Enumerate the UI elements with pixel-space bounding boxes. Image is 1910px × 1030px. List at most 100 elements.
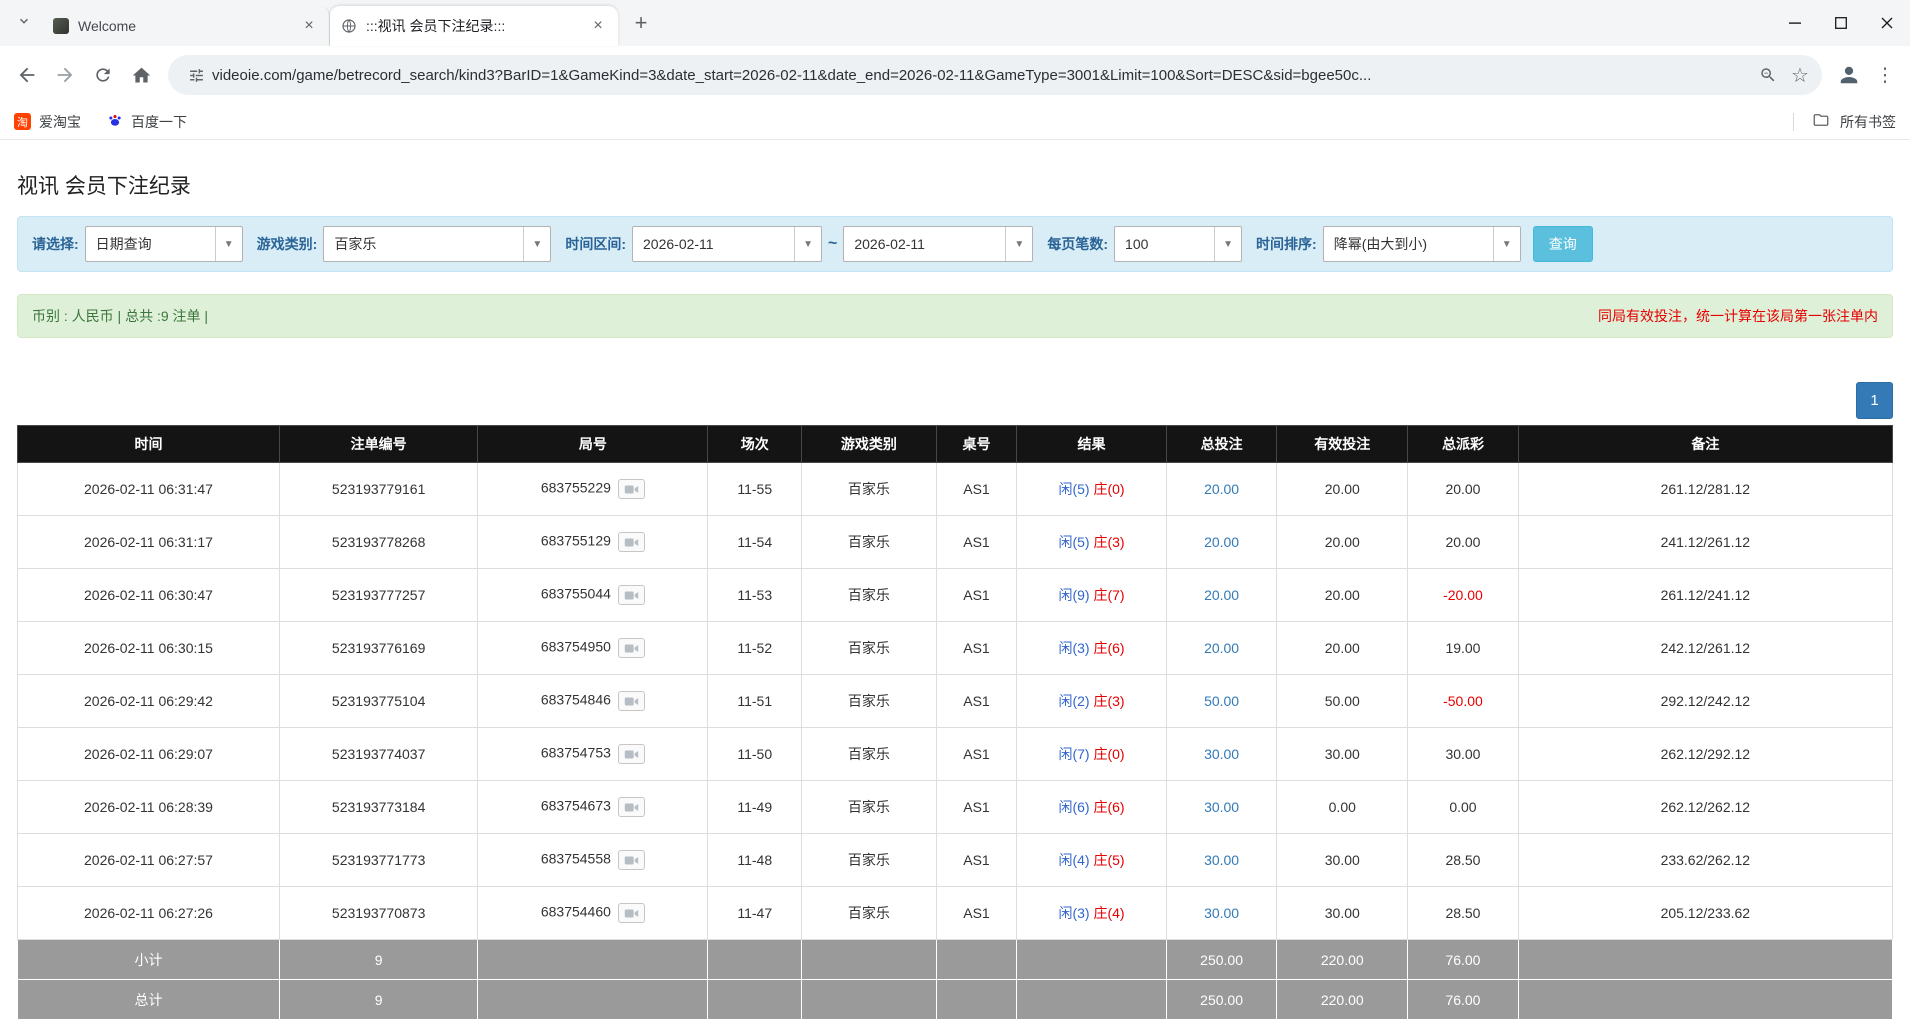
footer-empty-cell: [1017, 980, 1167, 1020]
total-bet-link[interactable]: 30.00: [1204, 905, 1239, 921]
total-bet-cell: 50.00: [1166, 675, 1276, 728]
round-media-button[interactable]: [618, 479, 645, 499]
range-tilde: ~: [828, 235, 837, 253]
chevron-down-icon: ▼: [215, 227, 242, 261]
tab-title: Welcome: [78, 18, 291, 34]
tab-close-icon[interactable]: ×: [588, 16, 608, 36]
game-type-cell: 百家乐: [802, 781, 937, 834]
payout-cell: 19.00: [1408, 622, 1518, 675]
home-button[interactable]: [122, 56, 160, 94]
round-cell: 683754673: [478, 781, 708, 834]
table-row: 2026-02-11 06:29:07523193774037683754753…: [18, 728, 1893, 781]
round-media-button[interactable]: [618, 532, 645, 552]
total-bet-link[interactable]: 20.00: [1204, 534, 1239, 550]
forward-icon: [54, 64, 76, 86]
bookmark-baidu[interactable]: 百度一下: [107, 112, 187, 132]
close-button[interactable]: [1864, 0, 1910, 46]
round-number: 683754846: [541, 692, 611, 708]
all-bookmarks-label: 所有书签: [1840, 112, 1896, 132]
round-media-button[interactable]: [618, 850, 645, 870]
time-cell: 2026-02-11 06:27:57: [18, 834, 280, 887]
bookmark-star-icon[interactable]: ☆: [1784, 59, 1816, 91]
forward-button[interactable]: [46, 56, 84, 94]
total-bet-link[interactable]: 30.00: [1204, 746, 1239, 762]
game-type-cell: 百家乐: [802, 834, 937, 887]
session-cell: 11-50: [708, 728, 802, 781]
total-bet-cell: 20.00: [1166, 516, 1276, 569]
time-cell: 2026-02-11 06:31:17: [18, 516, 280, 569]
game-type-select[interactable]: 百家乐 ▼: [323, 226, 551, 262]
banker-result: 庄(4): [1093, 905, 1124, 921]
round-cell: 683754558: [478, 834, 708, 887]
round-media-button[interactable]: [618, 638, 645, 658]
footer-valid-bet-cell: 220.00: [1277, 940, 1408, 980]
maximize-button[interactable]: [1818, 0, 1864, 46]
date-end-select[interactable]: 2026-02-11 ▼: [843, 226, 1033, 262]
result-cell: 闲(9) 庄(7): [1017, 569, 1167, 622]
footer-empty-cell: [802, 940, 937, 980]
date-start-select[interactable]: 2026-02-11 ▼: [632, 226, 822, 262]
profile-button[interactable]: [1830, 56, 1868, 94]
pagination-button[interactable]: 1: [1856, 382, 1893, 419]
home-icon: [131, 65, 152, 86]
sort-label: 时间排序:: [1256, 234, 1317, 254]
per-page-select[interactable]: 100 ▼: [1114, 226, 1242, 262]
note-cell: 261.12/241.12: [1518, 569, 1892, 622]
pagination: 1: [17, 382, 1893, 419]
round-media-button[interactable]: [618, 585, 645, 605]
banker-result: 庄(6): [1093, 799, 1124, 815]
url-bar[interactable]: videoie.com/game/betrecord_search/kind3?…: [168, 55, 1822, 95]
player-result: 闲(4): [1058, 852, 1089, 868]
round-media-button[interactable]: [618, 691, 645, 711]
result-cell: 闲(2) 庄(3): [1017, 675, 1167, 728]
bet-id-cell: 523193773184: [279, 781, 477, 834]
total-bet-link[interactable]: 20.00: [1204, 481, 1239, 497]
tab-welcome[interactable]: Welcome ×: [42, 6, 330, 46]
tab-close-icon[interactable]: ×: [299, 16, 319, 36]
round-media-button[interactable]: [618, 797, 645, 817]
zoom-icon[interactable]: [1752, 59, 1784, 91]
back-button[interactable]: [8, 56, 46, 94]
bet-id-cell: 523193776169: [279, 622, 477, 675]
total-bet-cell: 30.00: [1166, 728, 1276, 781]
result-cell: 闲(5) 庄(0): [1017, 463, 1167, 516]
minimize-button[interactable]: [1772, 0, 1818, 46]
round-media-button[interactable]: [618, 744, 645, 764]
round-media-button[interactable]: [618, 903, 645, 923]
total-bet-link[interactable]: 20.00: [1204, 640, 1239, 656]
footer-empty-cell: [708, 980, 802, 1020]
payout-cell: 28.50: [1408, 834, 1518, 887]
reload-button[interactable]: [84, 56, 122, 94]
window-controls: [1772, 0, 1910, 46]
search-button[interactable]: 查询: [1533, 226, 1593, 262]
filter-bar: 请选择: 日期查询 ▼ 游戏类别: 百家乐 ▼ 时间区间: 2026-02-11…: [17, 216, 1893, 272]
site-info-icon[interactable]: [180, 59, 212, 91]
sort-select[interactable]: 降幂(由大到小) ▼: [1323, 226, 1521, 262]
new-tab-button[interactable]: +: [626, 8, 656, 38]
total-bet-link[interactable]: 50.00: [1204, 693, 1239, 709]
tab-search-button[interactable]: [8, 7, 40, 39]
session-cell: 11-48: [708, 834, 802, 887]
total-bet-link[interactable]: 20.00: [1204, 587, 1239, 603]
all-bookmarks-button[interactable]: 所有书签: [1793, 111, 1896, 132]
column-header: 游戏类别: [802, 426, 937, 463]
bet-id-cell: 523193777257: [279, 569, 477, 622]
table-footer-row: 总计9250.00220.0076.00: [18, 980, 1893, 1020]
url-text[interactable]: videoie.com/game/betrecord_search/kind3?…: [212, 67, 1752, 84]
video-camera-icon: [624, 643, 639, 654]
tab-betrecord[interactable]: :::视讯 会员下注纪录::: ×: [330, 6, 618, 46]
menu-icon[interactable]: ⋮: [1868, 64, 1902, 87]
total-bet-link[interactable]: 30.00: [1204, 852, 1239, 868]
footer-valid-bet-cell: 220.00: [1277, 980, 1408, 1020]
back-icon: [16, 64, 38, 86]
folder-icon: [1812, 111, 1830, 132]
banker-result: 庄(3): [1093, 693, 1124, 709]
footer-empty-cell: [936, 980, 1016, 1020]
date-start-value: 2026-02-11: [633, 227, 794, 261]
summary-left-text: 币别 : 人民币 | 总共 :9 注单 |: [32, 306, 208, 326]
footer-count-cell: 9: [279, 940, 477, 980]
query-type-select[interactable]: 日期查询 ▼: [85, 226, 243, 262]
table-row: 2026-02-11 06:28:39523193773184683754673…: [18, 781, 1893, 834]
total-bet-link[interactable]: 30.00: [1204, 799, 1239, 815]
bookmark-aitaobao[interactable]: 淘 爱淘宝: [14, 112, 81, 132]
